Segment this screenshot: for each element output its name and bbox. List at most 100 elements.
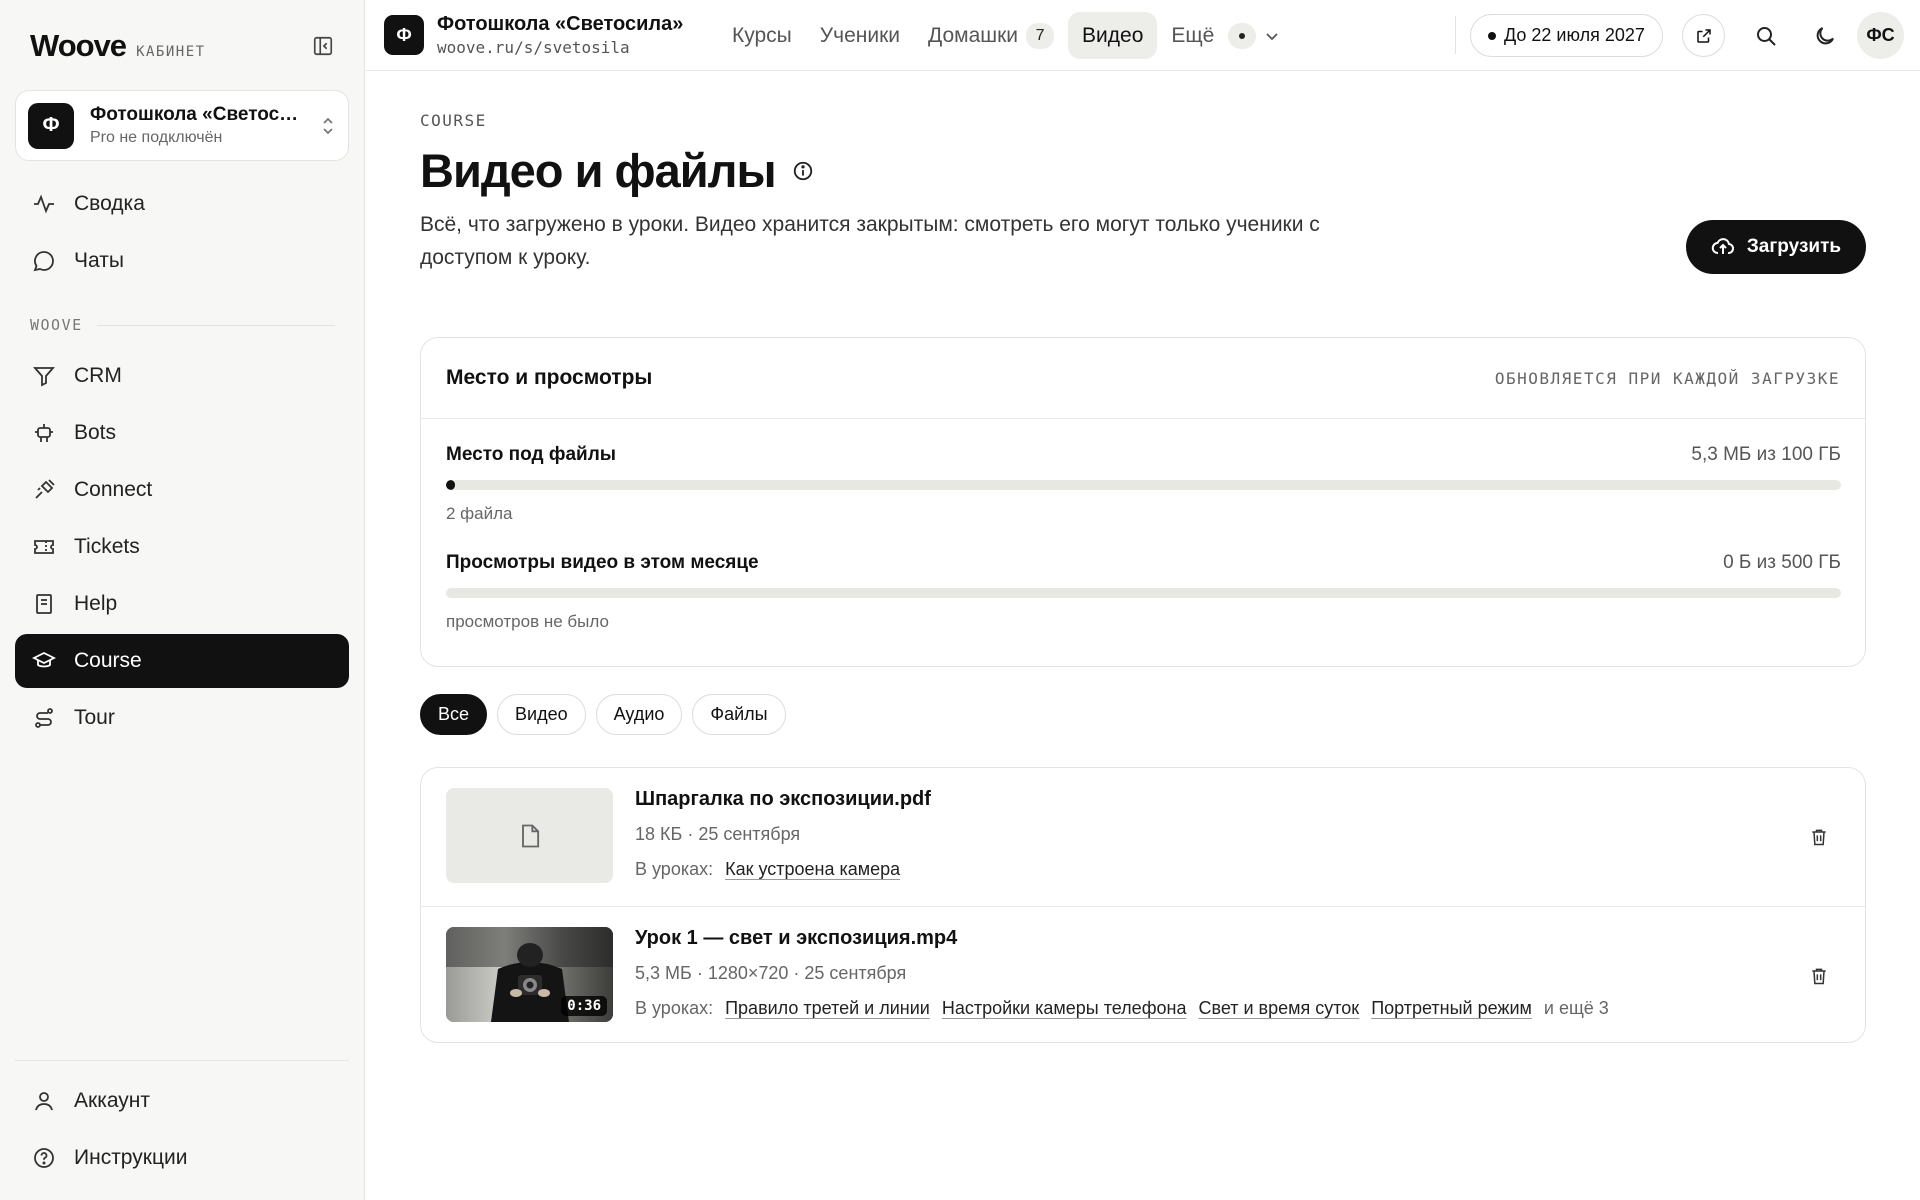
sidebar-item-label: Сводка xyxy=(74,192,145,215)
count-badge: 7 xyxy=(1026,22,1055,49)
plug-icon xyxy=(30,476,58,504)
filter-video[interactable]: Видео xyxy=(497,694,586,735)
file-lessons: В уроках: Как устроена камера xyxy=(635,859,900,880)
file-meta: 5,3 МБ · 1280×720 · 25 сентября xyxy=(635,963,907,983)
dot-badge xyxy=(1228,22,1257,49)
sidebar-item-label: Connect xyxy=(74,478,153,501)
views-sub: просмотров не было xyxy=(446,612,609,631)
school-name[interactable]: Фотошкола «Светосила» xyxy=(437,13,683,36)
school-switcher[interactable]: Ф Фотошкола «Светосила» Pro не подключён xyxy=(15,90,349,161)
lesson-link[interactable]: Свет и время суток xyxy=(1198,998,1359,1019)
sidebar-item-label: Tour xyxy=(74,706,115,729)
storage-label-row: Место под файлы 5,3 МБ из 100 ГБ xyxy=(446,444,1841,466)
plan-expiry-label: До 22 июля 2027 xyxy=(1504,25,1645,45)
external-link-button[interactable] xyxy=(1682,14,1725,57)
info-icon[interactable] xyxy=(792,160,814,182)
sidebar-divider xyxy=(15,1060,349,1061)
lesson-link[interactable]: Как устроена камера xyxy=(725,859,900,880)
external-link-icon xyxy=(1695,27,1713,45)
sidebar-item-label: Чаты xyxy=(74,249,124,272)
sidebar-item-chats[interactable]: Чаты xyxy=(15,234,349,288)
upload-button[interactable]: Загрузить xyxy=(1686,220,1866,274)
tab-courses[interactable]: Курсы xyxy=(718,12,806,59)
sidebar-item-instructions[interactable]: Инструкции xyxy=(15,1131,349,1185)
moon-icon[interactable] xyxy=(1803,14,1846,57)
views-label: Просмотры видео в этом месяце xyxy=(446,552,759,573)
brand[interactable]: Woove КАБИНЕТ xyxy=(30,28,206,64)
school-avatar: Ф xyxy=(28,102,74,149)
sidebar-item-label: Инструкции xyxy=(74,1146,188,1169)
lesson-link[interactable]: Настройки камеры телефона xyxy=(942,998,1187,1019)
help-circle-icon xyxy=(30,1144,58,1172)
tab-students[interactable]: Ученики xyxy=(806,12,914,59)
plan-expiry-button[interactable]: До 22 июля 2027 xyxy=(1470,14,1663,57)
tab-label: Ученики xyxy=(819,23,900,47)
user-avatar[interactable]: ФС xyxy=(1857,12,1904,59)
usage-title: Место и просмотры xyxy=(446,366,653,389)
activity-icon xyxy=(30,190,58,218)
views-usage: Просмотры видео в этом месяце 0 Б из 500… xyxy=(446,552,1841,632)
route-icon xyxy=(30,704,58,732)
list-item[interactable]: 0:36 Урок 1 — свет и экспозиция.mp4 5,3 … xyxy=(421,906,1865,1042)
school-avatar[interactable]: Ф xyxy=(384,15,424,55)
file-thumbnail xyxy=(446,788,613,883)
school-info: Фотошкола «Светосила» Pro не подключён xyxy=(90,104,320,147)
filter-files[interactable]: Файлы xyxy=(692,694,786,735)
sidebar-item-bots[interactable]: Bots xyxy=(15,406,349,460)
trash-icon[interactable] xyxy=(1805,962,1833,990)
sidebar-item-label: Bots xyxy=(74,421,117,444)
lessons-label: В уроках: xyxy=(635,998,714,1018)
sidebar-nav-main: CRM Bots Connect Tickets Help Course Tou… xyxy=(15,349,349,748)
bot-icon xyxy=(30,419,58,447)
divider xyxy=(1455,16,1456,54)
usage-card: Место и просмотры ОБНОВЛЯЕТСЯ ПРИ КАЖДОЙ… xyxy=(420,337,1866,667)
lesson-link[interactable]: Правило третей и линии xyxy=(725,998,930,1019)
tab-label: Домашки xyxy=(928,23,1019,47)
trash-icon[interactable] xyxy=(1805,823,1833,851)
funnel-icon xyxy=(30,362,58,390)
topbar-tabs: Курсы Ученики Домашки 7 Видео Ещё xyxy=(718,12,1284,59)
topbar: Ф Фотошкола «Светосила» woove.ru/s/sveto… xyxy=(366,0,1920,71)
sidebar-item-account[interactable]: Аккаунт xyxy=(15,1074,349,1128)
usage-note: ОБНОВЛЯЕТСЯ ПРИ КАЖДОЙ ЗАГРУЗКЕ xyxy=(1494,368,1840,388)
storage-sub: 2 файла xyxy=(446,504,513,523)
sidebar-item-help[interactable]: Help xyxy=(15,577,349,631)
section-label: WOOVE xyxy=(30,316,335,334)
more-lessons-link[interactable]: и ещё 3 xyxy=(1544,998,1609,1019)
chat-icon xyxy=(30,247,58,275)
school-url[interactable]: woove.ru/s/svetosila xyxy=(437,38,630,57)
video-thumbnail: 0:36 xyxy=(446,927,613,1022)
usage-card-header: Место и просмотры ОБНОВЛЯЕТСЯ ПРИ КАЖДОЙ… xyxy=(421,338,1865,419)
files-list: Шпаргалка по экспозиции.pdf 18 КБ · 25 с… xyxy=(420,767,1866,1043)
page-eyebrow: COURSE xyxy=(420,111,487,130)
brand-subtitle: КАБИНЕТ xyxy=(136,44,206,60)
sidebar-item-summary[interactable]: Сводка xyxy=(15,177,349,231)
upload-button-label: Загрузить xyxy=(1746,236,1842,257)
sidebar-item-tickets[interactable]: Tickets xyxy=(15,520,349,574)
ticket-icon xyxy=(30,533,58,561)
sidebar-nav-bottom: Аккаунт Инструкции xyxy=(15,1074,349,1188)
tab-homework[interactable]: Домашки 7 xyxy=(914,12,1068,59)
list-item[interactable]: Шпаргалка по экспозиции.pdf 18 КБ · 25 с… xyxy=(421,768,1865,905)
search-icon[interactable] xyxy=(1744,14,1787,57)
storage-amount: 5,3 МБ из 100 ГБ xyxy=(1691,444,1841,465)
sidebar-item-tour[interactable]: Tour xyxy=(15,691,349,745)
lesson-link[interactable]: Портретный режим xyxy=(1371,998,1532,1019)
file-name[interactable]: Шпаргалка по экспозиции.pdf xyxy=(635,788,931,811)
filter-all[interactable]: Все xyxy=(420,694,488,735)
brand-logo: Woove xyxy=(30,28,127,63)
section-label-text: WOOVE xyxy=(30,316,83,334)
filter-audio[interactable]: Аудио xyxy=(595,694,683,735)
sidebar-item-connect[interactable]: Connect xyxy=(15,463,349,517)
sidebar-collapse-icon[interactable] xyxy=(311,34,335,58)
sidebar-item-course[interactable]: Course xyxy=(15,634,349,688)
file-name[interactable]: Урок 1 — свет и экспозиция.mp4 xyxy=(635,927,957,950)
sidebar-item-label: Tickets xyxy=(74,535,140,558)
tab-more[interactable]: Ещё xyxy=(1157,12,1284,59)
file-lessons: В уроках: Правило третей и линии Настрой… xyxy=(635,998,1609,1019)
page-title-text: Видео и файлы xyxy=(420,144,777,197)
tab-video[interactable]: Видео xyxy=(1068,12,1158,59)
video-duration: 0:36 xyxy=(561,996,607,1016)
sidebar-item-crm[interactable]: CRM xyxy=(15,349,349,403)
storage-usage: Место под файлы 5,3 МБ из 100 ГБ 2 файла xyxy=(446,444,1841,524)
